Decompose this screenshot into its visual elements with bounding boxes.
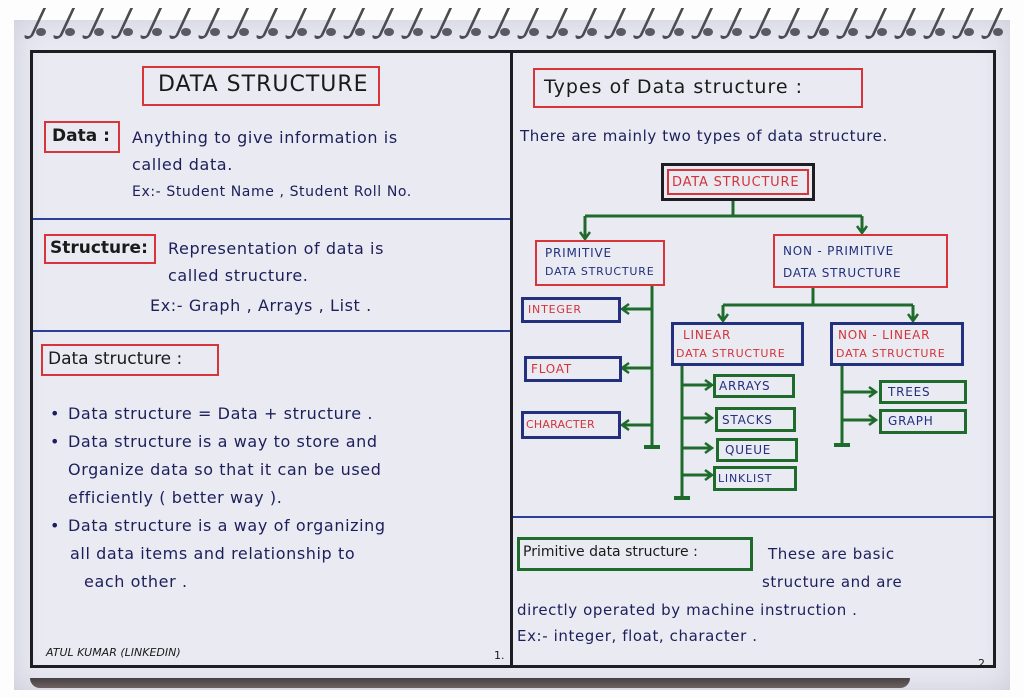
primitive-def-example: Ex:- integer, float, character . bbox=[517, 627, 758, 645]
linear-node-line2: DATA STRUCTURE bbox=[676, 347, 786, 360]
primitive-node-line1: PRIMITIVE bbox=[545, 246, 612, 260]
primitive-child-label: CHARACTER bbox=[526, 418, 595, 431]
linear-node-line1: LINEAR bbox=[683, 328, 732, 342]
primitive-child-label: FLOAT bbox=[531, 362, 573, 376]
non-linear-node-line2: DATA STRUCTURE bbox=[836, 347, 946, 360]
primitive-child-label: INTEGER bbox=[528, 303, 582, 316]
non-primitive-node-line1: NON - PRIMITIVE bbox=[783, 244, 895, 258]
primitive-def-line: structure and are bbox=[762, 573, 903, 591]
primitive-def-label: Primitive data structure : bbox=[523, 544, 698, 560]
primitive-def-line: directly operated by machine instruction… bbox=[517, 601, 858, 619]
linear-child-label: QUEUE bbox=[725, 443, 772, 457]
primitive-node-line2: DATA STRUCTURE bbox=[545, 265, 655, 278]
non-linear-node-line1: NON - LINEAR bbox=[838, 328, 931, 342]
primitive-def-line: These are basic bbox=[768, 545, 895, 563]
linear-child-label: LINKLIST bbox=[718, 472, 773, 485]
non-linear-child-label: GRAPH bbox=[888, 414, 934, 428]
linear-child-label: ARRAYS bbox=[719, 379, 771, 393]
section-separator bbox=[513, 516, 993, 518]
linear-child-label: STACKS bbox=[722, 413, 773, 427]
page-number: 2. bbox=[978, 657, 989, 670]
tree-root-label: DATA STRUCTURE bbox=[672, 175, 800, 190]
non-linear-child-label: TREES bbox=[888, 385, 931, 399]
non-primitive-node-line2: DATA STRUCTURE bbox=[783, 266, 902, 280]
